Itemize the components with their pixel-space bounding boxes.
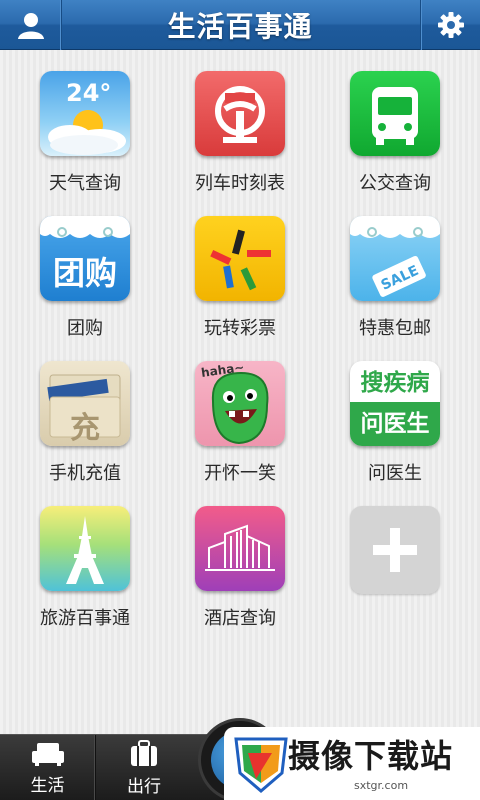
doctor-search-text: 搜疾病 [360, 370, 430, 396]
app-label: 开怀一笑 [204, 463, 276, 484]
app-label: 旅游百事通 [40, 608, 130, 629]
recharge-icon: 充 [40, 361, 130, 446]
app-laugh[interactable]: haha~ 开怀一笑 [170, 340, 310, 485]
app-label: 天气查询 [49, 173, 121, 194]
luggage-icon [131, 739, 157, 766]
app-label: 酒店查询 [204, 608, 276, 629]
app-bus[interactable]: 公交查询 [325, 50, 465, 195]
lottery-icon [195, 216, 285, 301]
user-icon [17, 13, 44, 39]
user-button[interactable] [0, 0, 62, 50]
app-add[interactable] [325, 485, 465, 630]
app-label: 团购 [67, 318, 103, 339]
tab-label: 生活 [30, 775, 65, 796]
app-label: 公交查询 [359, 173, 431, 194]
app-label: 手机充值 [49, 463, 121, 484]
hotel-icon [195, 506, 285, 591]
watermark: 摄像下载站 sxtgr.com [224, 727, 480, 800]
sofa-icon [31, 742, 64, 766]
settings-button[interactable] [420, 0, 480, 50]
app-header: 生活百事通 [0, 0, 480, 50]
tab-label: 出行 [127, 776, 161, 797]
app-group-buy[interactable]: 团购 团购 [15, 195, 155, 340]
bus-icon [350, 71, 440, 156]
group-buy-text: 团购 [52, 254, 117, 292]
app-train[interactable]: 列车时刻表 [170, 50, 310, 195]
app-label: 特惠包邮 [359, 318, 431, 339]
laugh-icon: haha~ [195, 361, 285, 446]
app-label: 玩转彩票 [204, 318, 276, 339]
recharge-text: 充 [70, 411, 100, 446]
app-label: 问医生 [368, 463, 422, 484]
sale-tag-icon: SALE [350, 216, 440, 301]
eiffel-tower-icon [40, 506, 130, 591]
app-doctor[interactable]: 搜疾病 问医生 问医生 [325, 340, 465, 485]
watermark-url: sxtgr.com [354, 779, 409, 792]
app-hotel[interactable]: 酒店查询 [170, 485, 310, 630]
group-buy-icon: 团购 [40, 216, 130, 301]
app-sale[interactable]: SALE 特惠包邮 [325, 195, 465, 340]
app-travel[interactable]: 旅游百事通 [15, 485, 155, 630]
train-icon [195, 71, 285, 156]
app-weather[interactable]: 24° 天气查询 [15, 50, 155, 195]
app-recharge[interactable]: 充 手机充值 [15, 340, 155, 485]
tab-life[interactable]: 生活 [0, 735, 96, 800]
doctor-ask-text: 问医生 [350, 402, 440, 446]
weather-icon: 24° [40, 71, 130, 156]
app-lottery[interactable]: 玩转彩票 [170, 195, 310, 340]
gear-icon [437, 12, 464, 38]
tab-travel[interactable]: 出行 [96, 735, 192, 800]
app-label: 列车时刻表 [195, 173, 285, 194]
add-icon [350, 506, 440, 594]
page-title: 生活百事通 [167, 9, 313, 43]
watermark-name: 摄像下载站 [288, 737, 454, 775]
doctor-icon: 搜疾病 问医生 [350, 361, 440, 446]
watermark-logo-icon [234, 737, 288, 793]
